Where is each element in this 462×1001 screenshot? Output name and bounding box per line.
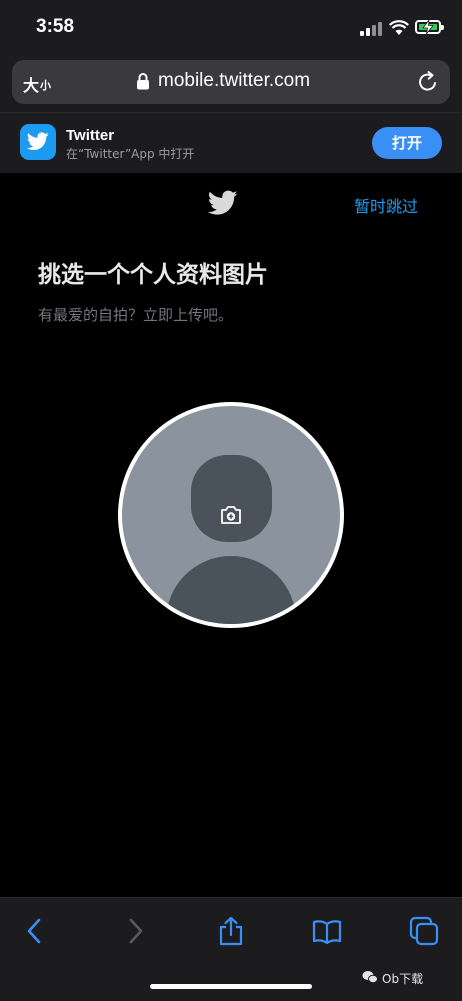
- watermark-text: Ob下载: [382, 972, 424, 986]
- skip-for-now-link[interactable]: 暂时跳过: [354, 193, 418, 217]
- back-icon[interactable]: [20, 916, 50, 946]
- home-indicator: [150, 984, 312, 989]
- banner-app-name: Twitter: [66, 127, 115, 144]
- cellular-signal-icon: [360, 22, 384, 36]
- reload-icon[interactable]: [417, 71, 439, 93]
- avatar-placeholder-body: [166, 556, 296, 624]
- wechat-icon: [362, 971, 378, 984]
- text-size-small-label[interactable]: 小: [40, 77, 51, 93]
- tabs-icon[interactable]: [409, 916, 439, 946]
- lock-icon: [137, 73, 149, 90]
- charging-bolt-icon: [422, 19, 434, 35]
- text-size-button[interactable]: 大: [23, 72, 39, 96]
- page-subtitle: 有最爱的自拍？立即上传吧。: [38, 306, 234, 324]
- forward-icon[interactable]: [120, 916, 150, 946]
- avatar-upload-button[interactable]: [122, 406, 340, 624]
- status-time: 3:58: [36, 16, 75, 37]
- banner-subtitle: 在“Twitter”App 中打开: [66, 147, 195, 161]
- avatar-placeholder-head: [191, 455, 272, 542]
- camera-plus-icon[interactable]: [219, 504, 243, 526]
- twitter-bird-icon: [208, 190, 238, 215]
- twitter-app-icon: [20, 124, 56, 160]
- share-icon[interactable]: [216, 916, 246, 946]
- wifi-icon: [389, 20, 409, 35]
- open-app-button[interactable]: 打开: [372, 127, 442, 159]
- bookmarks-icon[interactable]: [312, 916, 342, 946]
- url-text[interactable]: mobile.twitter.com: [158, 70, 310, 92]
- battery-cap: [441, 25, 444, 30]
- page-title: 挑选一个个人资料图片: [38, 262, 268, 288]
